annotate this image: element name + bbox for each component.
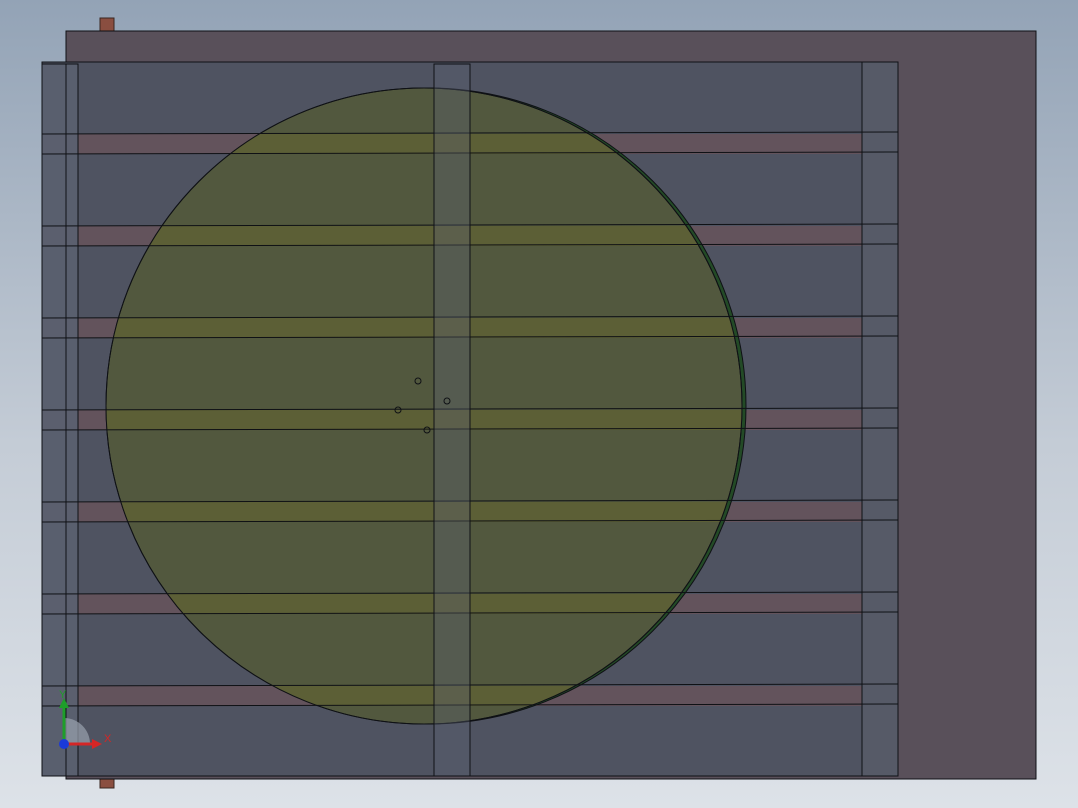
right-rail[interactable] [861,61,899,777]
x-axis-label: X [104,733,112,745]
disk-face [105,87,743,725]
disk-band-3 [106,318,742,338]
disk-band-4 [106,410,742,430]
left-rail[interactable] [41,63,79,777]
cad-model-viewport[interactable]: Y X [0,0,1078,808]
disk-band-2 [106,226,742,246]
disk-band-6 [106,594,742,614]
z-axis-origin-icon [59,739,69,749]
center-rail[interactable] [433,63,471,777]
top-pin [99,17,115,33]
y-axis-label: Y [59,689,67,701]
disk-band-5 [106,502,742,522]
